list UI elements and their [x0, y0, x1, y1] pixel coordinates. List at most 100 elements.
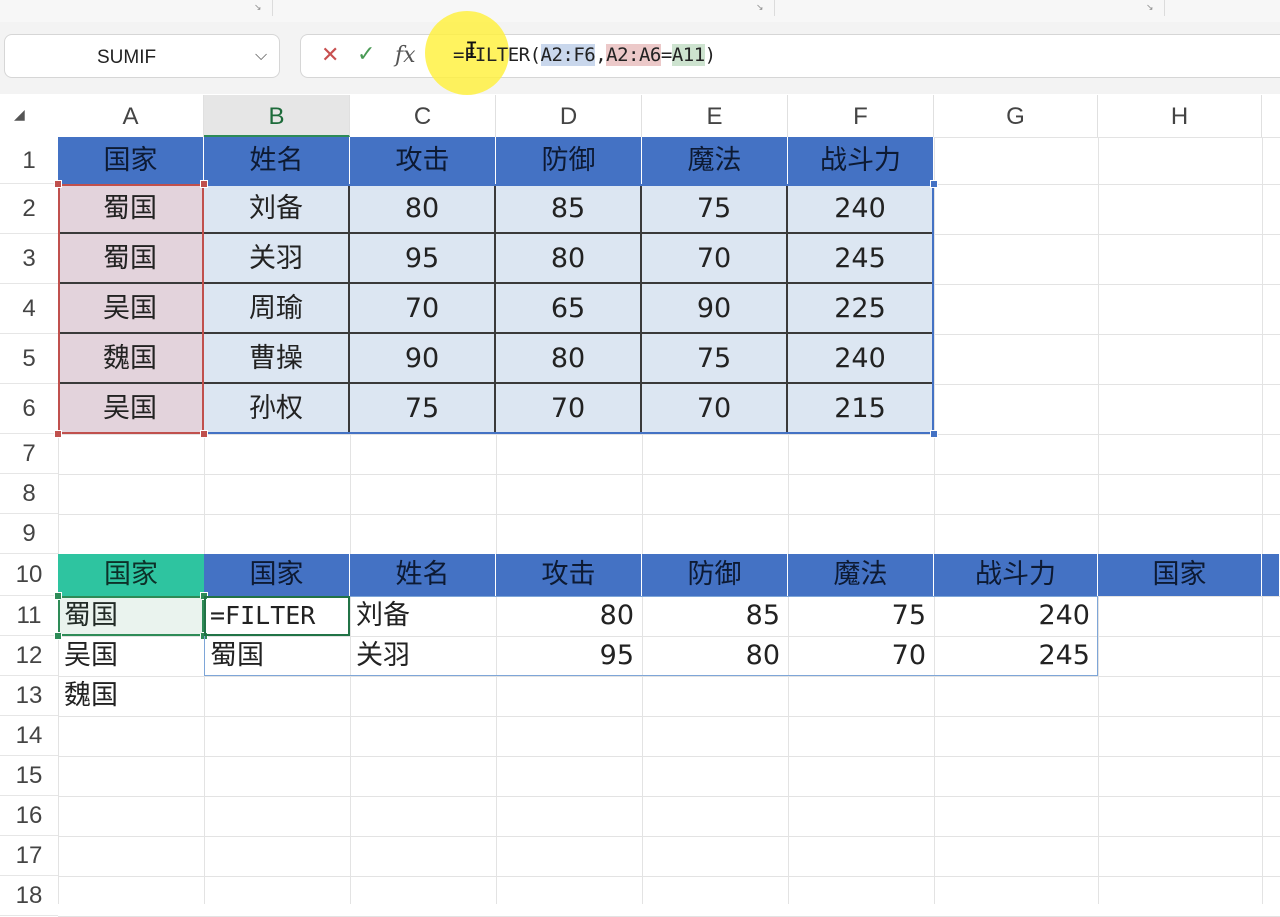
source-table-cell[interactable]: 魏国 [58, 334, 204, 384]
criteria-header-cell[interactable]: 国家 [58, 554, 204, 596]
check-icon[interactable]: ✓ [357, 42, 375, 67]
column-header-a[interactable]: A [58, 95, 204, 137]
result-table-cell[interactable]: 蜀国 [204, 636, 350, 676]
source-table-cell[interactable]: 70 [496, 384, 642, 434]
result-table-cell[interactable]: 70 [788, 636, 934, 676]
result-table-cell[interactable]: 245 [934, 636, 1098, 676]
source-table-cell[interactable]: 90 [350, 334, 496, 384]
criteria-cell[interactable]: 蜀国 [58, 596, 204, 636]
column-header-c[interactable]: C [350, 95, 496, 137]
name-box[interactable]: SUMIF ⌵ [4, 34, 280, 78]
source-table-cell[interactable]: 孙权 [204, 384, 350, 434]
row-header-6[interactable]: 6 [0, 384, 58, 434]
source-table-cell[interactable]: 80 [350, 184, 496, 234]
chevron-down-icon[interactable]: ⌵ [255, 45, 267, 65]
row-header-12[interactable]: 12 [0, 636, 58, 676]
source-table-cell[interactable]: 95 [350, 234, 496, 284]
worksheet-grid[interactable]: ◢ ABCDEFGH 1 2 3 4 5 6 7 8 9 10 11 12 13 14 15 16 17 18 国… [0, 95, 1280, 917]
row-header-10[interactable]: 10 [0, 554, 58, 596]
source-header-cell[interactable]: 战斗力 [788, 137, 934, 184]
source-table-cell[interactable]: 蜀国 [58, 184, 204, 234]
result-table-cell[interactable]: 80 [642, 636, 788, 676]
source-table-cell[interactable]: 75 [642, 334, 788, 384]
column-header-d[interactable]: D [496, 95, 642, 137]
source-table-cell[interactable]: 240 [788, 184, 934, 234]
source-table-cell[interactable]: 80 [496, 334, 642, 384]
source-table-cell[interactable]: 215 [788, 384, 934, 434]
range-resize-handle[interactable] [54, 180, 62, 188]
result-table-cell[interactable]: 刘备 [350, 596, 496, 636]
result-table-cell[interactable]: 关羽 [350, 636, 496, 676]
column-header-e[interactable]: E [642, 95, 788, 137]
column-header-g[interactable]: G [934, 95, 1098, 137]
result-header-cell[interactable]: 姓名 [350, 554, 496, 596]
row-header-8[interactable]: 8 [0, 474, 58, 514]
row-header-9[interactable]: 9 [0, 514, 58, 554]
select-all-button[interactable]: ◢ [0, 95, 58, 137]
source-header-cell[interactable]: 国家 [58, 137, 204, 184]
range-resize-handle[interactable] [200, 430, 208, 438]
row-header-13[interactable]: 13 [0, 676, 58, 716]
dialog-launcher-icon[interactable]: ↘ [254, 3, 262, 13]
row-header-1[interactable]: 1 [0, 137, 58, 184]
source-header-cell[interactable]: 魔法 [642, 137, 788, 184]
source-table-cell[interactable]: 245 [788, 234, 934, 284]
result-header-cell[interactable]: 国家 [1098, 554, 1262, 596]
range-resize-handle[interactable] [54, 632, 62, 640]
source-table-cell[interactable]: 刘备 [204, 184, 350, 234]
criteria-cell[interactable]: 魏国 [58, 676, 204, 716]
result-header-cell[interactable]: 防御 [642, 554, 788, 596]
source-header-cell[interactable]: 防御 [496, 137, 642, 184]
source-table-cell[interactable]: 65 [496, 284, 642, 334]
row-header-18[interactable]: 18 [0, 876, 58, 916]
result-header-cell[interactable]: 魔法 [788, 554, 934, 596]
source-table-cell[interactable]: 周瑜 [204, 284, 350, 334]
range-resize-handle[interactable] [930, 180, 938, 188]
column-header-b[interactable]: B [204, 95, 350, 137]
source-header-cell[interactable]: 攻击 [350, 137, 496, 184]
result-table-cell[interactable]: 75 [788, 596, 934, 636]
column-header-f[interactable]: F [788, 95, 934, 137]
source-table-cell[interactable]: 吴国 [58, 384, 204, 434]
row-header-3[interactable]: 3 [0, 234, 58, 284]
source-table-cell[interactable]: 关羽 [204, 234, 350, 284]
cancel-icon[interactable]: ✕ [321, 43, 339, 68]
source-table-cell[interactable]: 曹操 [204, 334, 350, 384]
row-header-2[interactable]: 2 [0, 184, 58, 234]
source-table-cell[interactable]: 75 [642, 184, 788, 234]
range-resize-handle[interactable] [930, 430, 938, 438]
source-table-cell[interactable]: 225 [788, 284, 934, 334]
row-header-11[interactable]: 11 [0, 596, 58, 636]
source-table-cell[interactable]: 90 [642, 284, 788, 334]
dialog-launcher-icon[interactable]: ↘ [756, 3, 764, 13]
result-table-cell[interactable]: 85 [642, 596, 788, 636]
row-header-5[interactable]: 5 [0, 334, 58, 384]
result-table-cell[interactable]: 240 [934, 596, 1098, 636]
row-header-16[interactable]: 16 [0, 796, 58, 836]
range-resize-handle[interactable] [54, 430, 62, 438]
source-table-cell[interactable]: 蜀国 [58, 234, 204, 284]
source-table-cell[interactable]: 80 [496, 234, 642, 284]
formula-input[interactable]: ✕ ✓ fx =FILTER(A2:F6,A2:A6=A11) I [300, 11, 1280, 95]
result-header-cell[interactable]: 攻击 [496, 554, 642, 596]
range-resize-handle[interactable] [200, 632, 208, 640]
criteria-cell[interactable]: 吴国 [58, 636, 204, 676]
dialog-launcher-icon[interactable]: ↘ [1146, 3, 1154, 13]
source-table-cell[interactable]: 75 [350, 384, 496, 434]
row-header-4[interactable]: 4 [0, 284, 58, 334]
source-table-cell[interactable]: 85 [496, 184, 642, 234]
insert-function-icon[interactable]: fx [395, 43, 416, 68]
result-table-cell[interactable]: 80 [496, 596, 642, 636]
source-table-cell[interactable]: 70 [642, 384, 788, 434]
result-header-cell[interactable]: 战斗力 [934, 554, 1098, 596]
range-resize-handle[interactable] [54, 592, 62, 600]
range-resize-handle[interactable] [200, 592, 208, 600]
row-header-15[interactable]: 15 [0, 756, 58, 796]
row-header-17[interactable]: 17 [0, 836, 58, 876]
row-header-7[interactable]: 7 [0, 434, 58, 474]
source-table-cell[interactable]: 240 [788, 334, 934, 384]
row-header-14[interactable]: 14 [0, 716, 58, 756]
range-resize-handle[interactable] [200, 180, 208, 188]
column-header-h[interactable]: H [1098, 95, 1262, 137]
source-table-cell[interactable]: 70 [350, 284, 496, 334]
